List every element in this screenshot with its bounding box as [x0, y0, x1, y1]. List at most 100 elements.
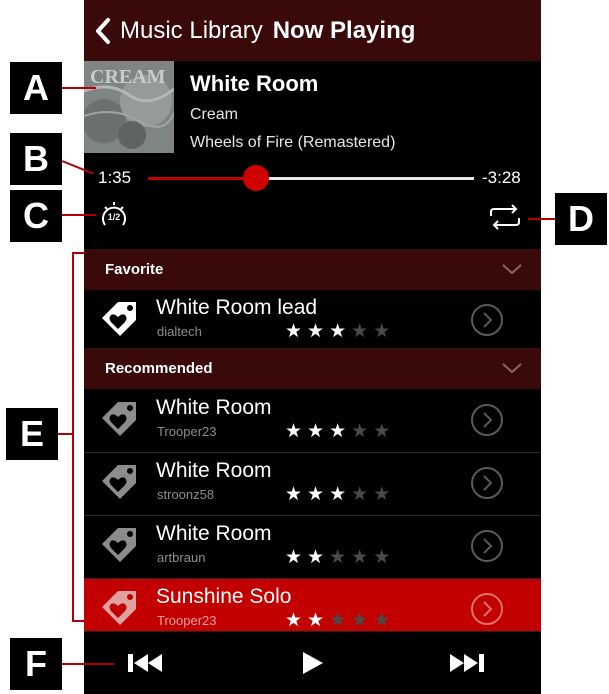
callout-leader — [58, 433, 72, 435]
speed-label: 1/2 — [108, 212, 121, 222]
track-title: White Room — [190, 71, 319, 96]
star-empty-icon: ★ — [373, 484, 396, 505]
chevron-right-circle-icon[interactable] — [470, 403, 504, 437]
list-item[interactable]: White Room stroonz58 ★★★★★ — [84, 453, 541, 516]
star-empty-icon: ★ — [351, 610, 374, 631]
chevron-down-icon — [502, 264, 522, 275]
star-rating: ★★★★★ — [285, 483, 395, 506]
star-filled-icon: ★ — [285, 610, 308, 631]
callout-leader — [528, 218, 556, 220]
callout-d: D — [555, 193, 607, 245]
star-empty-icon: ★ — [351, 421, 374, 442]
progress-thumb[interactable] — [242, 165, 269, 191]
star-empty-icon: ★ — [373, 421, 396, 442]
callout-a: A — [10, 62, 62, 114]
item-user: stroonz58 — [157, 487, 215, 502]
time-remaining: -3:28 — [482, 168, 521, 187]
star-filled-icon: ★ — [307, 321, 330, 342]
item-user: dialtech — [157, 324, 202, 339]
playback-speed-button[interactable]: 1/2 — [100, 199, 128, 229]
star-filled-icon: ★ — [329, 484, 352, 505]
item-user: artbraun — [157, 550, 206, 565]
nav-bar: Music Library Now Playing — [84, 0, 541, 61]
chevron-down-icon — [502, 363, 522, 374]
callout-leader — [62, 87, 96, 89]
tag-heart-icon — [102, 465, 136, 499]
star-empty-icon: ★ — [351, 547, 374, 568]
item-title: White Room lead — [156, 296, 318, 319]
callout-f: F — [10, 638, 62, 690]
item-title: White Room — [156, 459, 272, 482]
progress-slider[interactable] — [148, 165, 474, 191]
star-filled-icon: ★ — [307, 421, 330, 442]
chevron-right-circle-icon[interactable] — [470, 303, 504, 337]
star-filled-icon: ★ — [329, 321, 352, 342]
player-controls — [84, 631, 541, 694]
phone-screen: Music Library Now Playing CREAM White Ro… — [84, 0, 541, 694]
callout-leader — [62, 214, 96, 216]
star-empty-icon: ★ — [373, 321, 396, 342]
star-rating: ★★★★★ — [285, 420, 395, 443]
chevron-right-circle-icon[interactable] — [470, 466, 504, 500]
item-user: Trooper23 — [157, 424, 217, 439]
chevron-left-icon — [96, 17, 110, 44]
tag-heart-icon — [102, 302, 136, 336]
section-header-favorite[interactable]: Favorite — [84, 249, 541, 290]
star-filled-icon: ★ — [307, 610, 330, 631]
time-elapsed: 1:35 — [98, 168, 132, 187]
star-filled-icon: ★ — [285, 547, 308, 568]
tag-heart-icon — [102, 591, 136, 625]
star-filled-icon: ★ — [285, 484, 308, 505]
section-header-recommended[interactable]: Recommended — [84, 348, 541, 389]
item-title: White Room — [156, 396, 272, 419]
star-empty-icon: ★ — [329, 547, 352, 568]
back-button[interactable]: Music Library — [94, 17, 263, 45]
list-item[interactable]: White Room lead dialtech ★★★★★ — [84, 290, 541, 353]
star-filled-icon: ★ — [285, 321, 308, 342]
skip-forward-icon[interactable] — [446, 648, 486, 678]
callout-bracket-top — [72, 252, 84, 254]
album-art-image: CREAM — [84, 61, 174, 153]
list-item[interactable]: White Room Trooper23 ★★★★★ — [84, 390, 541, 453]
play-icon[interactable] — [300, 648, 326, 678]
star-empty-icon: ★ — [351, 484, 374, 505]
star-empty-icon: ★ — [351, 321, 374, 342]
star-filled-icon: ★ — [329, 421, 352, 442]
progress-fill — [148, 177, 256, 180]
page-title: Now Playing — [272, 16, 416, 44]
album-art-logo: CREAM — [90, 66, 166, 88]
callout-e: E — [6, 408, 58, 460]
section-label: Recommended — [105, 360, 213, 377]
tag-heart-icon — [102, 528, 136, 562]
chevron-right-circle-icon[interactable] — [470, 592, 504, 626]
callout-bracket — [72, 252, 74, 622]
playback-speed-half-icon: 1/2 — [102, 202, 126, 226]
item-title: White Room — [156, 522, 272, 545]
item-user: Trooper23 — [157, 613, 217, 628]
now-playing-track: CREAM White Room Cream Wheels of Fire (R… — [84, 61, 541, 156]
callout-b: B — [10, 133, 62, 185]
star-empty-icon: ★ — [329, 610, 352, 631]
item-title: Sunshine Solo — [156, 585, 292, 608]
list-item[interactable]: White Room artbraun ★★★★★ — [84, 516, 541, 579]
callout-c: C — [10, 190, 62, 242]
track-album: Wheels of Fire (Remastered) — [190, 134, 396, 151]
album-art: CREAM — [84, 61, 174, 153]
section-label: Favorite — [105, 261, 164, 278]
star-filled-icon: ★ — [307, 547, 330, 568]
callout-bracket-bottom — [72, 620, 84, 622]
chevron-right-circle-icon[interactable] — [470, 529, 504, 563]
back-label: Music Library — [120, 16, 263, 44]
tag-heart-icon — [102, 402, 136, 436]
star-rating: ★★★★★ — [285, 320, 395, 343]
repeat-button[interactable] — [485, 202, 525, 232]
repeat-icon — [490, 204, 520, 230]
track-artist: Cream — [190, 106, 239, 123]
star-rating: ★★★★★ — [285, 546, 395, 569]
star-empty-icon: ★ — [373, 610, 396, 631]
callout-leader — [62, 663, 114, 665]
skip-back-icon[interactable] — [126, 648, 166, 678]
star-filled-icon: ★ — [285, 421, 308, 442]
star-empty-icon: ★ — [373, 547, 396, 568]
star-rating: ★★★★★ — [285, 609, 395, 632]
